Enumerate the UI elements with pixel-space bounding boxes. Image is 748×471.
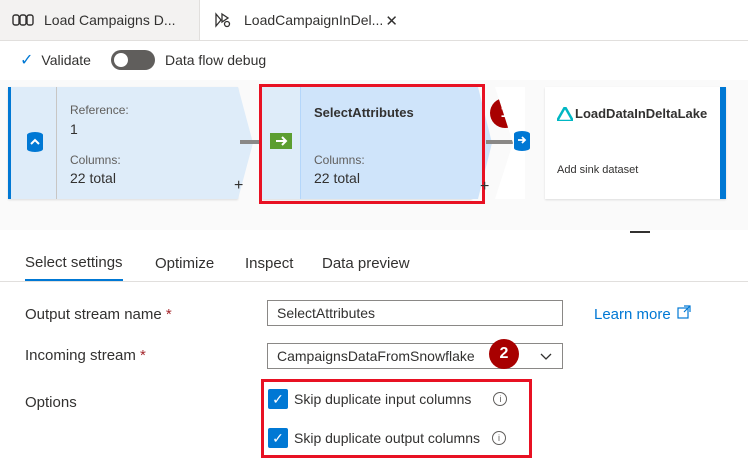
- tab-inspect[interactable]: Inspect: [245, 245, 293, 281]
- debug-label: Data flow debug: [164, 52, 267, 68]
- skip-output-option[interactable]: ✓ Skip duplicate output columns i: [268, 428, 506, 448]
- sink-node[interactable]: LoadDataInDeltaLake Add sink dataset: [545, 87, 726, 199]
- skip-output-checkbox[interactable]: ✓: [268, 428, 288, 448]
- validate-button[interactable]: ✓ Validate: [20, 50, 91, 70]
- sink-database-icon: [512, 130, 532, 157]
- skip-input-label: Skip duplicate input columns: [294, 391, 472, 407]
- add-transform-button[interactable]: +: [234, 177, 243, 195]
- sink-node-title: LoadDataInDeltaLake: [575, 106, 708, 121]
- source-cols-label: Columns:: [70, 153, 121, 167]
- output-stream-label: Output stream name *: [25, 306, 172, 323]
- toggle-knob: [113, 53, 128, 67]
- tab-label: Load Campaigns D...: [44, 12, 176, 28]
- incoming-stream-label: Incoming stream *: [25, 347, 146, 364]
- options-label: Options: [25, 394, 77, 411]
- dataflow-icon: [212, 12, 234, 28]
- skip-input-checkbox[interactable]: ✓: [268, 389, 288, 409]
- database-icon: [25, 131, 45, 158]
- output-stream-label-text: Output stream name: [25, 306, 162, 323]
- learn-more-text: Learn more: [594, 305, 671, 323]
- source-icon-column: [8, 87, 59, 199]
- tab-select-settings[interactable]: Select settings: [25, 245, 123, 281]
- chevron-down-icon: [540, 349, 552, 365]
- required-mark: *: [165, 306, 172, 323]
- info-icon[interactable]: i: [492, 431, 506, 445]
- skip-output-label: Skip duplicate output columns: [294, 430, 480, 446]
- incoming-stream-label-text: Incoming stream: [25, 347, 136, 364]
- tab-load-campaign-delta[interactable]: LoadCampaignInDel... ✕: [200, 0, 410, 40]
- checkmark-icon: ✓: [20, 52, 34, 69]
- tab-load-campaigns[interactable]: Load Campaigns D...: [0, 0, 200, 40]
- external-link-icon: [677, 305, 691, 323]
- debug-toggle[interactable]: [110, 50, 155, 70]
- output-stream-input[interactable]: SelectAttributes: [267, 300, 563, 326]
- info-icon[interactable]: i: [493, 392, 508, 406]
- tab-optimize[interactable]: Optimize: [155, 245, 214, 281]
- highlight-box-1: [259, 84, 485, 204]
- toolbar: ✓ Validate Data flow debug: [0, 40, 748, 80]
- delta-lake-icon: [554, 104, 576, 126]
- resize-handle[interactable]: [630, 231, 650, 233]
- skip-input-option[interactable]: ✓ Skip duplicate input columns i: [268, 389, 508, 409]
- source-ref-value: 1: [70, 121, 78, 137]
- tab-label: LoadCampaignInDel...: [244, 12, 384, 28]
- source-node[interactable]: Reference: 1 Columns: 22 total: [8, 87, 238, 199]
- learn-more-link[interactable]: Learn more: [594, 305, 691, 323]
- badge-2: 2: [489, 339, 519, 369]
- incoming-stream-value: CampaignsDataFromSnowflake: [277, 348, 475, 364]
- sink-node-subtitle: Add sink dataset: [557, 164, 639, 176]
- required-mark: *: [140, 347, 146, 364]
- dataflow-icon: [12, 12, 34, 28]
- source-cols-value: 22 total: [70, 170, 116, 186]
- validate-label: Validate: [41, 52, 91, 68]
- add-transform-button[interactable]: +: [480, 178, 489, 196]
- tab-data-preview[interactable]: Data preview: [322, 245, 410, 281]
- close-icon[interactable]: ✕: [385, 12, 398, 30]
- source-ref-label: Reference:: [70, 103, 129, 117]
